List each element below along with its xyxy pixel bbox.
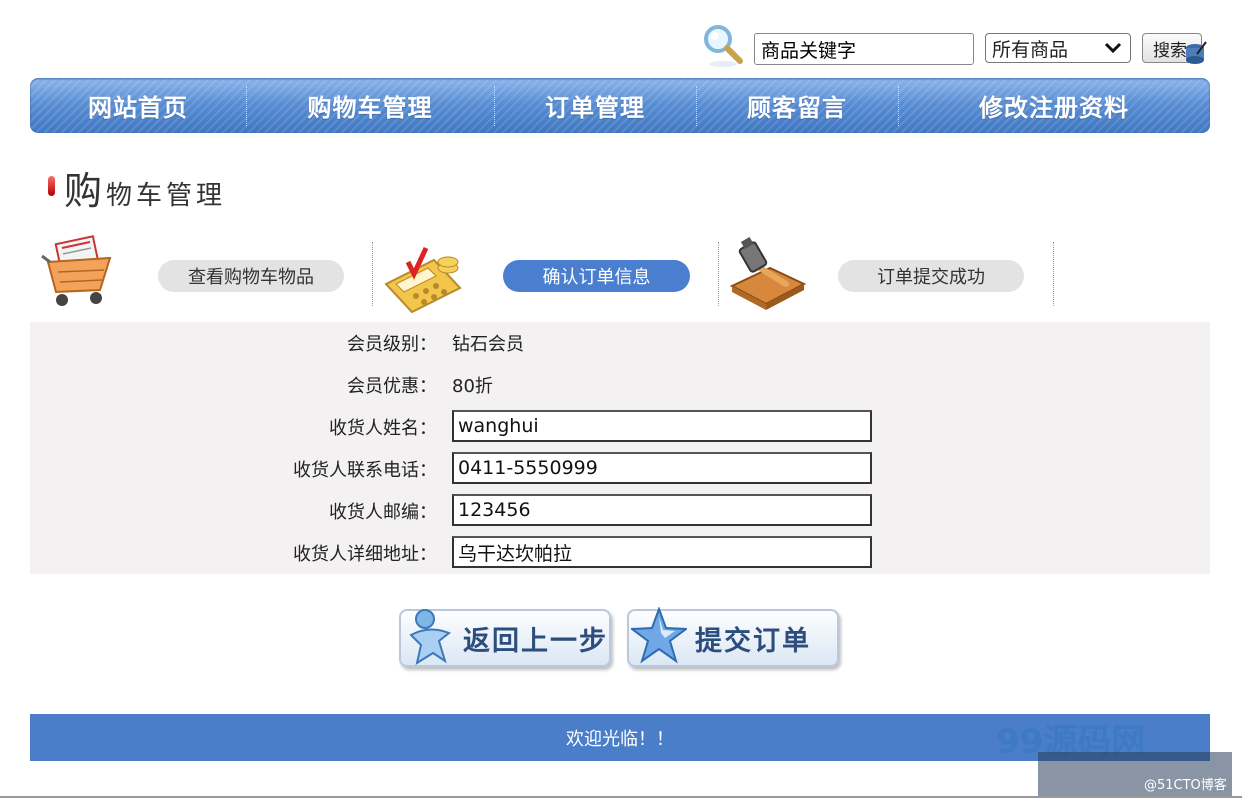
- search-magnifier-icon: [700, 22, 746, 68]
- step-divider: [718, 242, 719, 306]
- consignee-zip-input[interactable]: [452, 494, 872, 526]
- chevron-down-icon: [1104, 40, 1122, 59]
- search-keyword-input[interactable]: [754, 33, 974, 65]
- nav-item-home[interactable]: 网站首页: [30, 78, 246, 133]
- category-selected-label: 所有商品: [992, 38, 1069, 61]
- shopping-cart-icon: [38, 232, 118, 312]
- main-nav: 网站首页 购物车管理 订单管理 顾客留言 修改注册资料: [30, 78, 1210, 133]
- nav-item-order-management[interactable]: 订单管理: [494, 78, 696, 133]
- step-order-submitted[interactable]: 订单提交成功: [838, 260, 1024, 292]
- consignee-name-input[interactable]: [452, 410, 872, 442]
- page-title-first-char: 购: [64, 169, 107, 213]
- step-confirm-order[interactable]: 确认订单信息: [503, 260, 690, 292]
- consignee-name-label: 收货人姓名：: [329, 418, 437, 439]
- member-level-label: 会员级别：: [347, 334, 437, 355]
- person-icon: [405, 607, 455, 669]
- search-button-label: 搜索: [1153, 40, 1187, 61]
- nav-item-cart-management[interactable]: 购物车管理: [246, 78, 494, 133]
- watermark-tag: @51CTO博客: [1144, 778, 1227, 793]
- member-discount-value: 80折: [452, 376, 493, 397]
- step-view-cart[interactable]: 查看购物车物品: [158, 260, 344, 292]
- member-discount-label: 会员优惠：: [347, 376, 437, 397]
- back-button-label: 返回上一步: [463, 625, 608, 657]
- category-select[interactable]: 所有商品: [985, 33, 1131, 63]
- nav-item-edit-profile[interactable]: 修改注册资料: [898, 78, 1210, 133]
- consignee-address-label: 收货人详细地址：: [293, 544, 437, 565]
- nav-item-customer-messages[interactable]: 顾客留言: [696, 78, 898, 133]
- consignee-address-input[interactable]: [452, 536, 872, 568]
- page-title: 购物车管理: [64, 160, 226, 215]
- consignee-zip-label: 收货人邮编：: [329, 502, 437, 523]
- page-title-rest: 物车管理: [106, 181, 227, 211]
- star-icon: [629, 606, 689, 669]
- submit-order-button[interactable]: 提交订单: [627, 606, 839, 669]
- consignee-phone-input[interactable]: [452, 452, 872, 484]
- back-button[interactable]: 返回上一步: [399, 609, 611, 667]
- footer-welcome-text: 欢迎光临！！: [566, 728, 674, 750]
- step-divider: [372, 242, 373, 306]
- consignee-phone-label: 收货人联系电话：: [293, 460, 437, 481]
- member-level-value: 钻石会员: [452, 334, 524, 355]
- title-bullet-icon: [48, 176, 55, 196]
- database-icon: [1185, 40, 1207, 66]
- submit-order-button-label: 提交订单: [695, 625, 811, 657]
- gavel-icon: [726, 234, 807, 314]
- search-button[interactable]: 搜索: [1142, 33, 1207, 64]
- bottom-divider: [0, 796, 1242, 798]
- step-divider: [1053, 242, 1054, 306]
- calculator-icon: [382, 238, 462, 318]
